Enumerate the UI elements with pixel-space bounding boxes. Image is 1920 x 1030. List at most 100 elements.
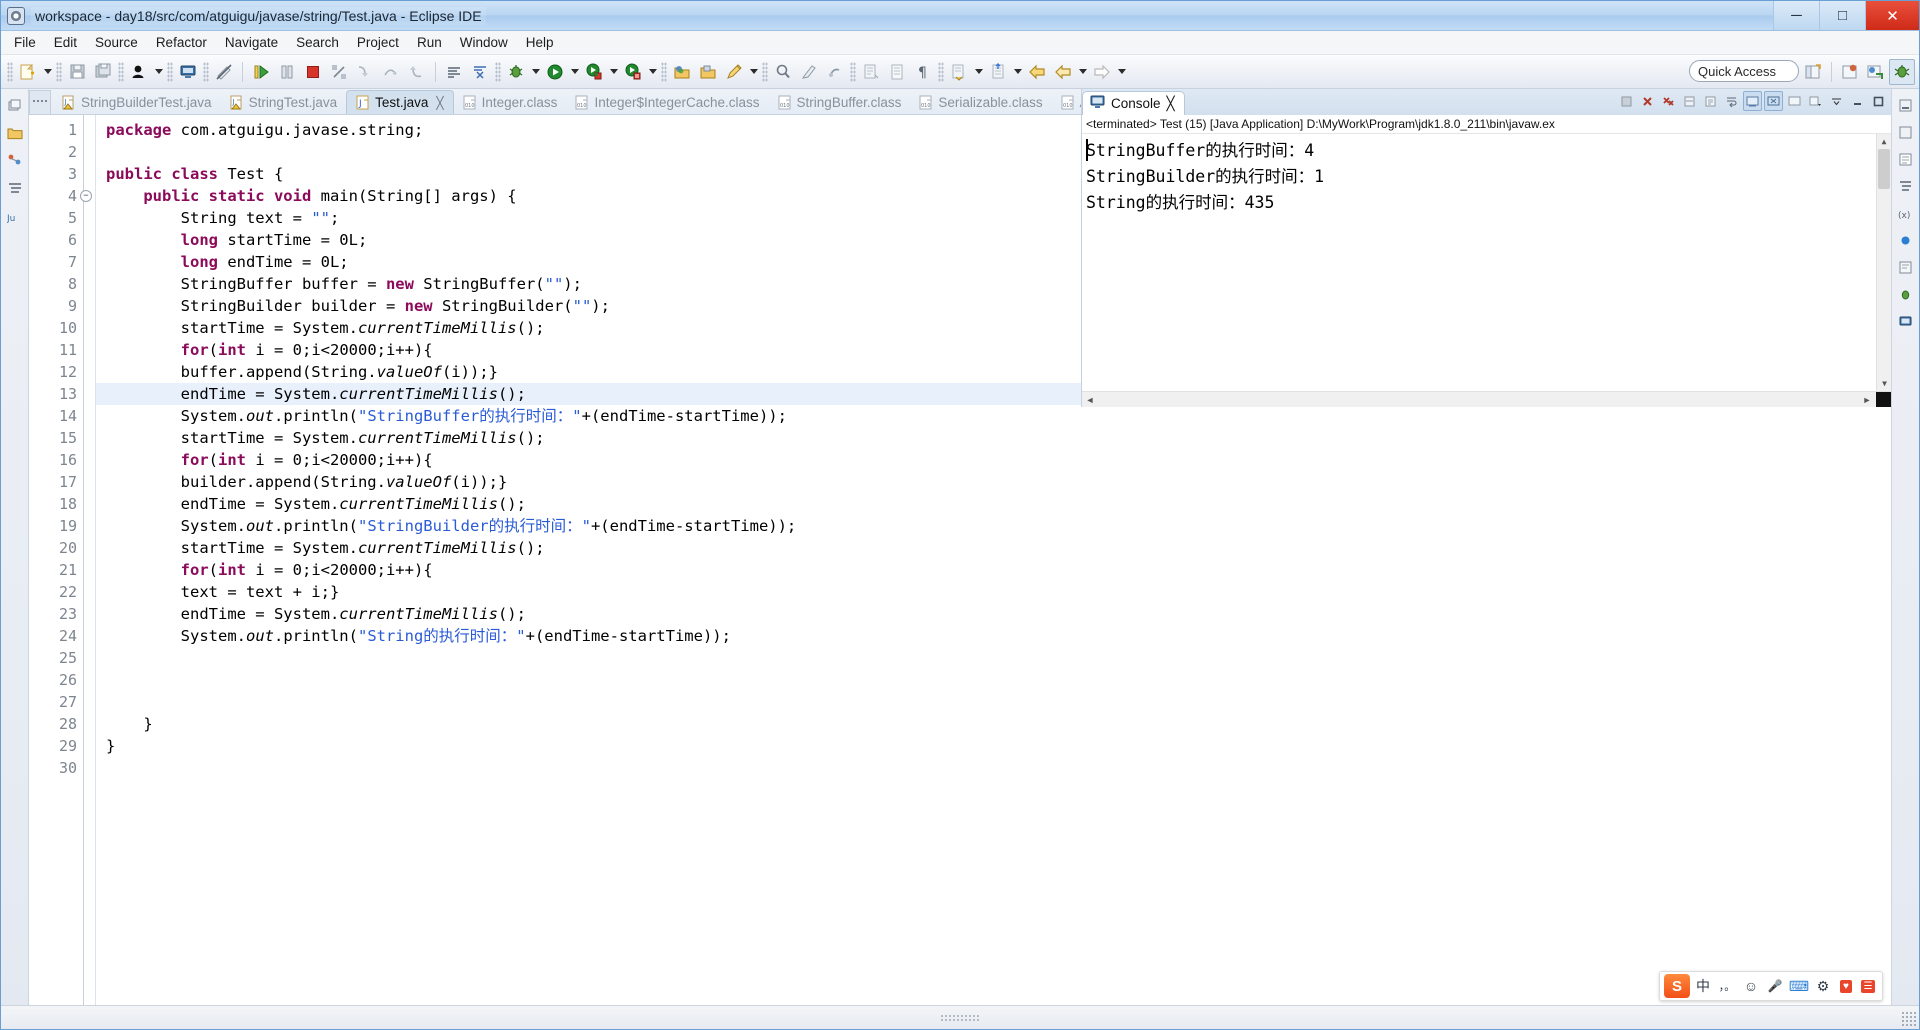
code-line[interactable]: startTime = System.currentTimeMillis(); bbox=[96, 427, 1081, 449]
menu-project[interactable]: Project bbox=[348, 33, 408, 52]
run-external-tools-icon[interactable] bbox=[582, 60, 606, 84]
run-external-dropdown-icon[interactable] bbox=[607, 60, 620, 84]
clean-icon[interactable] bbox=[797, 60, 821, 84]
code-line[interactable]: String text = ""; bbox=[96, 207, 1081, 229]
save-all-icon[interactable] bbox=[91, 60, 115, 84]
word-wrap-icon[interactable] bbox=[1722, 91, 1741, 111]
code-text-area[interactable]: package com.atguigu.javase.string; publi… bbox=[96, 115, 1081, 1015]
tab-list-chevron-icon[interactable] bbox=[29, 90, 51, 114]
code-line[interactable]: System.out.println("StringBuffer的执行时间："+… bbox=[96, 405, 1081, 427]
console-hscroll-track[interactable] bbox=[1098, 393, 1861, 406]
view-menu-icon[interactable] bbox=[1827, 91, 1846, 111]
code-line[interactable]: long startTime = 0L; bbox=[96, 229, 1081, 251]
last-edit-dropdown-icon[interactable] bbox=[972, 60, 985, 84]
go-to-line-dropdown-icon[interactable] bbox=[1011, 60, 1024, 84]
show-console-on-output-icon[interactable] bbox=[1743, 91, 1762, 111]
window-resize-grip[interactable] bbox=[1901, 1011, 1917, 1027]
tab-close-icon[interactable]: ╳ bbox=[436, 96, 443, 110]
menu-navigate[interactable]: Navigate bbox=[216, 33, 287, 52]
expressions-view-icon[interactable] bbox=[1896, 257, 1916, 277]
menu-help[interactable]: Help bbox=[517, 33, 563, 52]
tab-stringbuildertest-java[interactable]: J StringBuilderTest.java bbox=[53, 90, 221, 114]
chinese-mode-icon[interactable]: 中 bbox=[1692, 974, 1714, 998]
menu-refactor[interactable]: Refactor bbox=[147, 33, 216, 52]
code-line[interactable] bbox=[96, 141, 1081, 163]
maximize-view-icon[interactable] bbox=[1869, 91, 1888, 111]
new-java-class-icon[interactable] bbox=[127, 60, 151, 84]
minimize-view-icon[interactable] bbox=[1896, 95, 1916, 115]
code-line[interactable]: public class Test { bbox=[96, 163, 1081, 185]
junit-icon[interactable]: Ju bbox=[5, 207, 25, 227]
annotation-column[interactable] bbox=[84, 115, 96, 1015]
menu-source[interactable]: Source bbox=[86, 33, 147, 52]
save-icon[interactable] bbox=[65, 60, 89, 84]
remove-all-terminated-icon[interactable] bbox=[1659, 91, 1678, 111]
forward-icon[interactable] bbox=[1090, 60, 1114, 84]
new-wizard-dropdown-icon[interactable] bbox=[41, 60, 54, 84]
console-vertical-scrollbar[interactable]: ▲ ▼ bbox=[1876, 134, 1891, 391]
code-line[interactable]: builder.append(String.valueOf(i));} bbox=[96, 471, 1081, 493]
code-line[interactable]: System.out.println("String的执行时间："+(endTi… bbox=[96, 625, 1081, 647]
code-line[interactable]: endTime = System.currentTimeMillis(); bbox=[96, 603, 1081, 625]
menu-search[interactable]: Search bbox=[287, 33, 348, 52]
open-type-icon[interactable] bbox=[442, 60, 466, 84]
tab-test-java[interactable]: J Test.java ╳ bbox=[346, 90, 454, 114]
console-scroll-left-icon[interactable]: ◄ bbox=[1082, 393, 1098, 407]
console-vscroll-thumb[interactable] bbox=[1878, 149, 1890, 189]
code-line[interactable] bbox=[96, 647, 1081, 669]
code-line[interactable]: StringBuilder builder = new StringBuilde… bbox=[96, 295, 1081, 317]
coverage-dropdown-icon[interactable] bbox=[646, 60, 659, 84]
pin-console-icon[interactable] bbox=[1764, 91, 1783, 111]
emoji-icon[interactable]: ☺ bbox=[1740, 974, 1762, 998]
console-tab-close-icon[interactable]: ╳ bbox=[1167, 96, 1175, 112]
menu-file[interactable]: File bbox=[5, 33, 45, 52]
open-task-icon[interactable] bbox=[468, 60, 492, 84]
maximize-button[interactable]: □ bbox=[1819, 1, 1865, 30]
go-to-line-icon[interactable] bbox=[986, 60, 1010, 84]
code-line[interactable]: } bbox=[96, 735, 1081, 757]
tab-integer-class[interactable]: 010 Integer.class bbox=[454, 90, 567, 114]
remove-launch-icon[interactable] bbox=[1638, 91, 1657, 111]
open-perspective-icon[interactable] bbox=[1800, 59, 1826, 85]
console-view-icon[interactable] bbox=[1896, 311, 1916, 331]
punctuation-icon[interactable]: ，。 bbox=[1716, 974, 1738, 998]
sogou-ime-logo-icon[interactable]: S bbox=[1664, 974, 1690, 998]
code-line[interactable]: text = text + i;} bbox=[96, 581, 1081, 603]
run-dropdown-icon[interactable] bbox=[568, 60, 581, 84]
perspective-java-icon[interactable] bbox=[1889, 59, 1915, 85]
console-scroll-up-icon[interactable]: ▲ bbox=[1877, 134, 1891, 149]
tab-console[interactable]: Console ╳ bbox=[1082, 91, 1185, 115]
debug-view-icon[interactable] bbox=[1896, 284, 1916, 304]
fold-marker-icon[interactable]: − bbox=[80, 190, 92, 202]
toolbox-icon[interactable]: ⚙ bbox=[1812, 974, 1834, 998]
next-annotation-icon[interactable] bbox=[859, 60, 883, 84]
new-wizard-icon[interactable] bbox=[16, 60, 40, 84]
minimize-view-icon[interactable] bbox=[1848, 91, 1867, 111]
new-java-class-dropdown-icon[interactable] bbox=[152, 60, 165, 84]
disconnect-icon[interactable] bbox=[327, 60, 351, 84]
code-line[interactable] bbox=[96, 757, 1081, 779]
new-annotation-icon[interactable] bbox=[722, 60, 746, 84]
open-console-view-icon[interactable] bbox=[176, 60, 200, 84]
maximize-view-icon[interactable] bbox=[1896, 122, 1916, 142]
voice-input-icon[interactable]: 🎤 bbox=[1764, 974, 1786, 998]
code-line[interactable]: for(int i = 0;i<20000;i++){ bbox=[96, 559, 1081, 581]
search-icon[interactable] bbox=[771, 60, 795, 84]
close-button[interactable]: ✕ bbox=[1865, 1, 1919, 30]
code-line[interactable]: endTime = System.currentTimeMillis(); bbox=[96, 493, 1081, 515]
code-line[interactable]: System.out.println("StringBuilder的执行时间："… bbox=[96, 515, 1081, 537]
debug-dropdown-icon[interactable] bbox=[529, 60, 542, 84]
code-line[interactable]: for(int i = 0;i<20000;i++){ bbox=[96, 449, 1081, 471]
menu-edit[interactable]: Edit bbox=[45, 33, 86, 52]
code-line[interactable]: } bbox=[96, 713, 1081, 735]
code-line[interactable]: startTime = System.currentTimeMillis(); bbox=[96, 317, 1081, 339]
coverage-icon[interactable] bbox=[621, 60, 645, 84]
variables-view-icon[interactable]: (x) bbox=[1896, 203, 1916, 223]
menu-run[interactable]: Run bbox=[408, 33, 451, 52]
outline-icon[interactable] bbox=[5, 179, 25, 199]
menu-window[interactable]: Window bbox=[451, 33, 517, 52]
code-line[interactable]: endTime = System.currentTimeMillis(); bbox=[96, 383, 1081, 405]
menu-icon[interactable]: ☰ bbox=[1858, 974, 1878, 998]
terminate-icon[interactable] bbox=[301, 60, 325, 84]
back-history-icon[interactable] bbox=[1051, 60, 1075, 84]
